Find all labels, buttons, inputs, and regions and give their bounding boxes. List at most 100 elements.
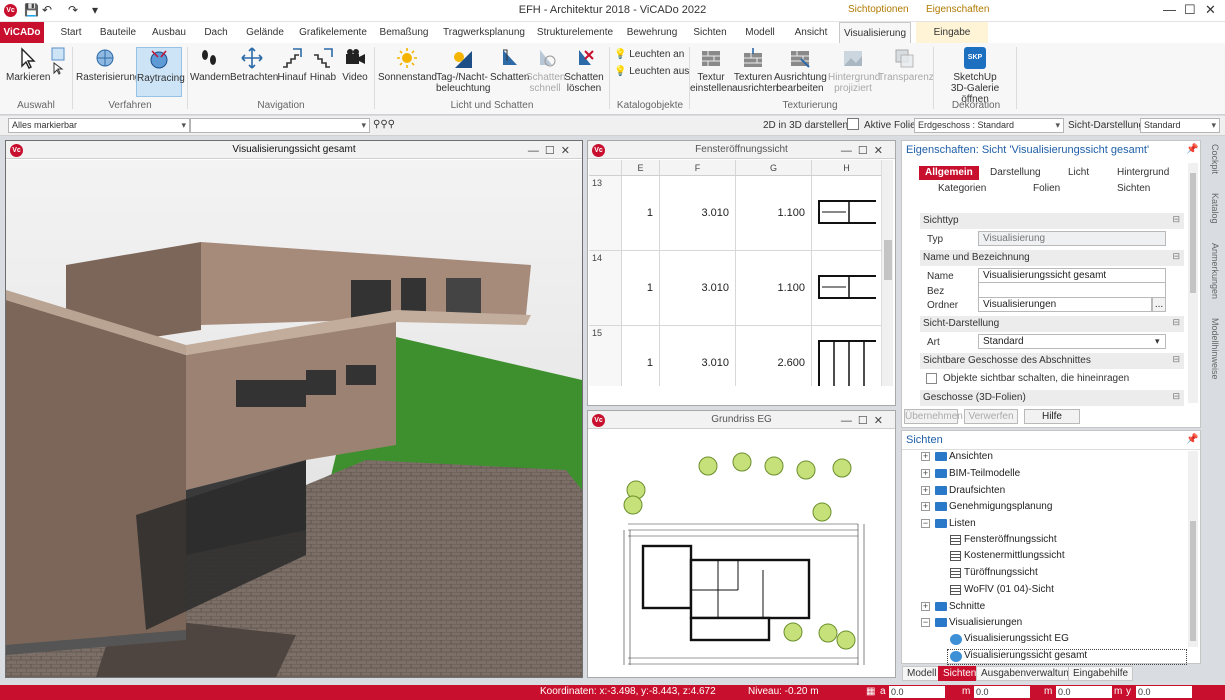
table-cell[interactable]: 1.100 [736, 251, 812, 326]
column-header[interactable]: H [812, 160, 881, 176]
2d-in-3d-checkbox[interactable] [847, 118, 859, 130]
select-mode-button[interactable] [50, 47, 66, 78]
tree-scrollbar[interactable] [1188, 451, 1198, 647]
visualisierung-window[interactable]: Vc Visualisierungssicht gesamt —☐✕ [5, 140, 583, 678]
tree-item-vis-gesamt[interactable]: Visualisierungssicht gesamt [964, 650, 1087, 661]
fensteroeffnung-table[interactable]: E F G H 13 1 3.010 1.100 14 1 3.010 1.10… [589, 160, 881, 386]
sidetab-katalog[interactable]: Katalog [1206, 193, 1220, 224]
objekte-sichtbar-checkbox[interactable] [926, 373, 937, 384]
section-geschosse[interactable]: Sichtbare Geschosse des Abschnittes ⊟ [920, 353, 1184, 369]
fensteroeffnung-window[interactable]: Vc Fensteröffnungssicht —☐✕ E F G H 13 1… [587, 140, 896, 406]
expand-icon[interactable]: + [921, 486, 930, 495]
expand-icon[interactable]: + [921, 602, 930, 611]
uebernehmen-button[interactable]: Übernehmen [904, 409, 963, 424]
markieren-button[interactable]: Markieren [6, 47, 50, 83]
section-name[interactable]: Name und Bezeichnung ⊟ [920, 250, 1184, 266]
sicht-darstellung-select[interactable]: Standard [1140, 118, 1220, 133]
verwerfen-button[interactable]: Verwerfen [964, 409, 1018, 424]
tab-sichten[interactable]: Sichten [688, 22, 732, 43]
ausrichtung-bearbeiten-button[interactable]: Ausrichtung bearbeiten [774, 47, 827, 94]
collapse-icon[interactable]: ⊟ [1172, 214, 1180, 225]
table-cell[interactable]: 3.010 [660, 176, 736, 251]
tree-item-genehmigung[interactable]: Genehmigungsplanung [949, 501, 1052, 512]
raytracing-button[interactable]: Raytracing [136, 47, 185, 97]
table-cell[interactable]: 3.010 [660, 251, 736, 326]
maximize-icon[interactable]: ☐ [1184, 2, 1196, 18]
textur-einstellen-button[interactable]: Textur einstellen [690, 47, 732, 94]
binoculars-icon[interactable]: ⚲⚲⚲ [373, 119, 395, 130]
tree-item-kosten[interactable]: Kostenermittlungssicht [964, 550, 1065, 561]
field-b-value[interactable]: 0.0 [974, 686, 1030, 698]
texturen-ausrichten-button[interactable]: Texturen ausrichten [732, 47, 778, 94]
tab-eingabehilfe[interactable]: Eingabehilfe [1068, 666, 1134, 681]
hinab-button[interactable]: Hinab [308, 47, 338, 83]
tab-strukturelemente[interactable]: Strukturelemente [534, 22, 616, 43]
table-cell[interactable] [812, 326, 881, 386]
schatten-loeschen-button[interactable]: Schatten löschen [564, 47, 604, 94]
tab-eingabe[interactable]: Eingabe [916, 22, 988, 43]
tab-dach[interactable]: Dach [198, 22, 234, 43]
minimize-icon[interactable]: — [1163, 2, 1176, 17]
ordner-field[interactable]: Visualisierungen [978, 297, 1152, 312]
tree-item-ansichten[interactable]: Ansichten [949, 451, 993, 462]
tab-bewehrung[interactable]: Bewehrung [622, 22, 682, 43]
video-button[interactable]: Video [340, 47, 370, 83]
tab-start[interactable]: Start [52, 22, 90, 43]
floor-plan-drawing[interactable] [588, 430, 895, 677]
collapse-icon[interactable]: ⊟ [1172, 317, 1180, 328]
table-cell[interactable]: 1 [622, 176, 660, 251]
3d-scene[interactable] [6, 160, 582, 677]
tree-item-fensteroeffnung[interactable]: Fensteröffnungssicht [964, 534, 1057, 545]
leuchten-an-button[interactable]: 💡 Leuchten an [614, 49, 684, 60]
sidetab-anmerkungen[interactable]: Anmerkungen [1206, 243, 1220, 299]
tree-item-schnitte[interactable]: Schnitte [949, 601, 985, 612]
table-cell[interactable]: 1.100 [736, 176, 812, 251]
section-sichttyp[interactable]: Sichttyp ⊟ [920, 213, 1184, 229]
hintergrund-projiziert-button[interactable]: Hintergrund projiziert [828, 47, 880, 94]
field-c-value[interactable]: 0.0 [1056, 686, 1112, 698]
art-select[interactable]: Standard [978, 334, 1166, 349]
tree-item-listen[interactable]: Listen [949, 518, 976, 529]
tab-sichten-props[interactable]: Sichten [1117, 183, 1150, 194]
tab-modell-panel[interactable]: Modell [902, 666, 942, 681]
table-scrollbar[interactable] [881, 160, 893, 386]
tree-item-bim[interactable]: BIM-Teilmodelle [949, 468, 1020, 479]
chevron-down-icon[interactable]: ▾ [1155, 336, 1160, 347]
tab-hintergrund[interactable]: Hintergrund [1117, 167, 1169, 178]
expand-icon[interactable]: + [921, 469, 930, 478]
tab-modell[interactable]: Modell [738, 22, 782, 43]
wandern-button[interactable]: Wandern [190, 47, 230, 83]
tab-darstellung[interactable]: Darstellung [990, 167, 1041, 178]
section-folien[interactable]: Geschosse (3D-Folien) ⊟ [920, 390, 1184, 406]
collapse-icon[interactable]: − [921, 618, 930, 627]
table-cell[interactable] [812, 251, 881, 326]
tree-item-draufsichten[interactable]: Draufsichten [949, 485, 1005, 496]
table-cell[interactable]: 3.010 [660, 326, 736, 386]
table-cell[interactable]: 1 [622, 251, 660, 326]
window-controls-icon[interactable]: —☐✕ [528, 142, 576, 160]
tab-kategorien[interactable]: Kategorien [938, 183, 986, 194]
hinauf-button[interactable]: Hinauf [276, 47, 308, 83]
collapse-icon[interactable]: ⊟ [1172, 251, 1180, 262]
column-header[interactable]: F [660, 160, 736, 176]
betrachten-button[interactable]: Betrachten [230, 47, 278, 83]
collapse-icon[interactable]: − [921, 519, 930, 528]
filter-select[interactable] [190, 118, 370, 133]
tab-bemassung[interactable]: Bemaßung [376, 22, 432, 43]
sonnenstand-button[interactable]: Sonnenstand [378, 47, 437, 83]
tab-gelaende[interactable]: Gelände [240, 22, 290, 43]
tab-allgemein[interactable]: Allgemein [919, 166, 979, 180]
tree-item-visualisierungen[interactable]: Visualisierungen [949, 617, 1022, 628]
close-icon[interactable]: ✕ [1205, 2, 1216, 18]
tree-item-vis-eg[interactable]: Visualisierungssicht EG [964, 633, 1069, 644]
collapse-icon[interactable]: ⊟ [1172, 354, 1180, 365]
window-controls-icon[interactable]: —☐✕ [841, 412, 889, 430]
sidetab-modellhinweise[interactable]: Modellhinweise [1206, 318, 1220, 380]
tag-nacht-button[interactable]: Tag-/Nacht- beleuchtung [436, 47, 491, 94]
pin-icon[interactable]: 📌 [1186, 144, 1198, 155]
section-sicht-darstellung[interactable]: Sicht-Darstellung ⊟ [920, 316, 1184, 332]
hilfe-button[interactable]: Hilfe [1024, 409, 1080, 424]
markierbar-select[interactable]: Alles markierbar [8, 118, 190, 133]
rasterisierung-button[interactable]: Rasterisierung [76, 47, 140, 83]
tab-visualisierung[interactable]: Visualisierung [839, 22, 911, 44]
